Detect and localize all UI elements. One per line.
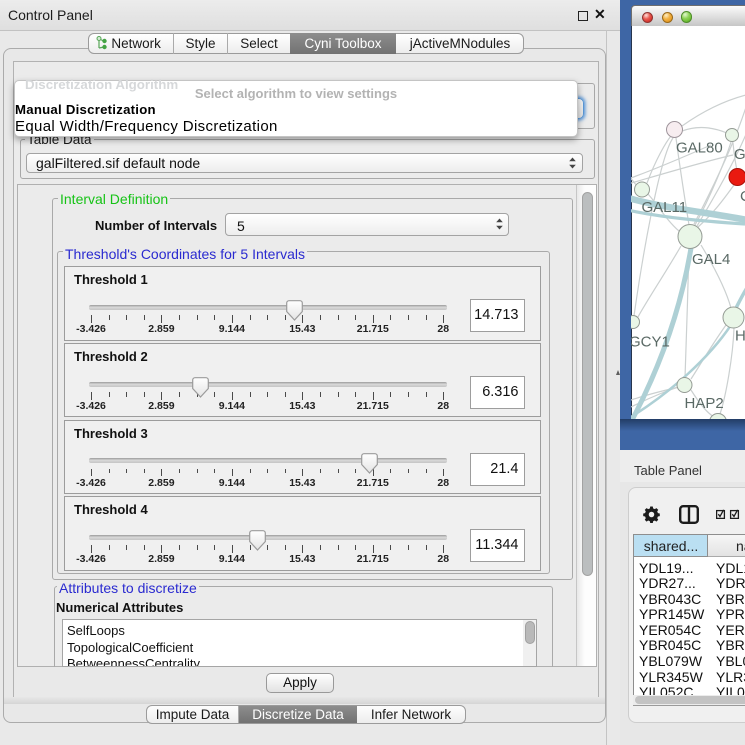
svg-text:GA: GA [734,146,745,163]
svg-text:HA: HA [735,328,745,345]
svg-text:C: C [740,188,745,205]
svg-text:GAL4: GAL4 [692,251,730,268]
svg-text:GAL11: GAL11 [642,199,688,216]
svg-text:HAP2: HAP2 [685,395,724,412]
svg-text:GCY1: GCY1 [631,334,670,351]
svg-text:GAL80: GAL80 [676,140,723,157]
